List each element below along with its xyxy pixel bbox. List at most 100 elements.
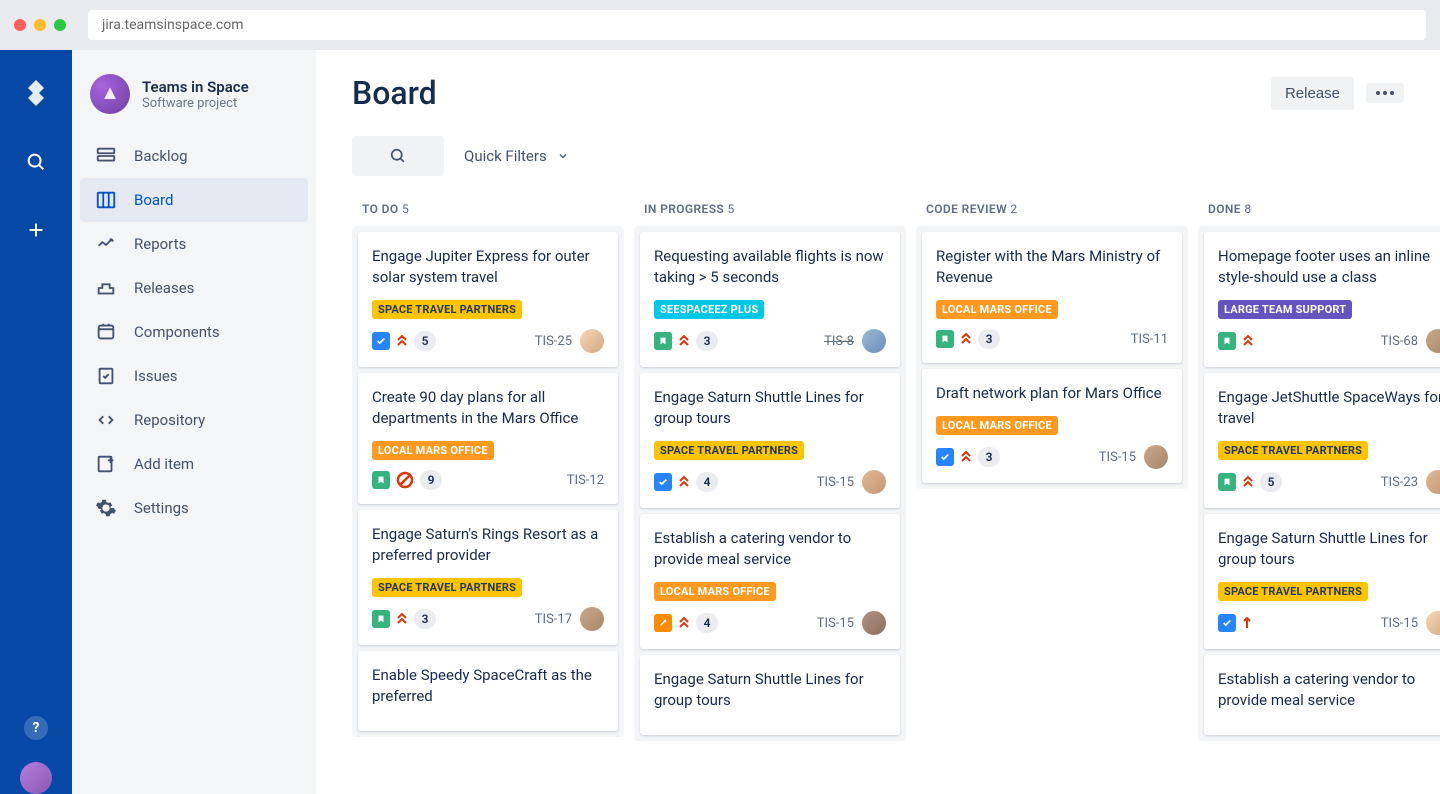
card-label: SPACE TRAVEL PARTNERS [372,578,522,597]
story-points-badge: 9 [420,470,442,490]
card-meta: 4TIS-15 [654,611,886,635]
releases-icon [94,276,118,300]
more-actions-button[interactable] [1366,83,1404,103]
board-card[interactable]: Establish a catering vendor to provide m… [640,514,900,649]
card-meta: 5TIS-23 [1218,470,1440,494]
assignee-avatar [862,329,886,353]
board-card[interactable]: Engage Saturn Shuttle Lines for group to… [640,655,900,735]
column-header: CODE REVIEW 2 [916,194,1188,226]
sidebar-item-add[interactable]: Add item [80,442,308,486]
column-body[interactable]: Register with the Mars Ministry of Reven… [916,226,1188,489]
story-points-badge: 3 [414,609,436,629]
card-meta: 3 TIS-11 [936,329,1168,349]
sidebar-item-reports[interactable]: Reports [80,222,308,266]
project-title: Teams in Space [142,78,249,96]
sidebar-item-label: Backlog [134,147,188,165]
sidebar-item-releases[interactable]: Releases [80,266,308,310]
board-card[interactable]: Engage JetShuttle SpaceWays for travel SP… [1204,373,1440,508]
column-header: TO DO 5 [352,194,624,226]
issues-icon [94,364,118,388]
board-card[interactable]: Enable Speedy SpaceCraft as the preferre… [358,651,618,731]
close-window-icon[interactable] [14,19,26,31]
column-count: 5 [402,202,409,216]
sidebar-item-label: Repository [134,411,205,429]
sidebar-item-board[interactable]: Board [80,178,308,222]
sidebar-item-issues[interactable]: Issues [80,354,308,398]
column-name: TO DO [362,202,402,216]
sidebar-item-label: Releases [134,279,194,297]
sidebar-item-settings[interactable]: Settings [80,486,308,530]
column-body[interactable]: Homepage footer uses an inline style-sho… [1198,226,1440,741]
column-name: IN PROGRESS [644,202,728,216]
sidebar-item-backlog[interactable]: Backlog [80,134,308,178]
url-bar[interactable]: jira.teamsinspace.com [88,10,1426,40]
board-filters: Quick Filters [352,136,1404,176]
jira-logo-icon[interactable] [16,74,56,114]
board-card[interactable]: Establish a catering vendor to provide m… [1204,655,1440,735]
project-avatar-icon [90,74,130,114]
window-controls [14,19,66,31]
priority-high-icon [960,332,972,346]
card-label: SPACE TRAVEL PARTNERS [1218,441,1368,460]
minimize-window-icon[interactable] [34,19,46,31]
board-icon [94,188,118,212]
column-count: 5 [728,202,735,216]
project-header[interactable]: Teams in Space Software project [80,74,308,134]
priority-high-icon [1242,334,1254,348]
maximize-window-icon[interactable] [54,19,66,31]
column-body[interactable]: Requesting available flights is now taki… [634,226,906,741]
sidebar-item-label: Issues [134,367,178,385]
issue-key: TIS-15 [1381,616,1418,631]
column-name: DONE [1208,202,1244,216]
story-type-icon [372,471,390,489]
board-card[interactable]: Engage Jupiter Express for outer solar s… [358,232,618,367]
board-card[interactable]: Create 90 day plans for all departments … [358,373,618,504]
main-content: Board Release Quick Filters TO DO 5 Engag… [316,50,1440,794]
card-label: SPACE TRAVEL PARTNERS [654,441,804,460]
card-label: SEESPACEEZ PLUS [654,300,764,319]
gear-icon [94,496,118,520]
board-card[interactable]: Homepage footer uses an inline style-sho… [1204,232,1440,367]
card-title: Engage JetShuttle SpaceWays for travel [1218,387,1440,429]
issue-key: TIS-17 [535,612,572,627]
quick-filters-dropdown[interactable]: Quick Filters [464,147,569,165]
issue-key: TIS-8 [824,334,854,349]
board-column: IN PROGRESS 5 Requesting available flight… [634,194,906,741]
issue-key: TIS-11 [1131,332,1168,347]
page-title: Board [352,74,437,112]
board-column: TO DO 5 Engage Jupiter Express for outer … [352,194,624,741]
card-label: LOCAL MARS OFFICE [372,441,494,460]
task-type-icon [1218,614,1236,632]
card-meta: 3 TIS-17 [372,607,604,631]
sidebar-item-label: Settings [134,499,189,517]
board-card[interactable]: Engage Saturn's Rings Resort as a prefer… [358,510,618,645]
assignee-avatar [862,470,886,494]
column-body[interactable]: Engage Jupiter Express for outer solar s… [352,226,624,737]
board-card[interactable]: Register with the Mars Ministry of Reven… [922,232,1182,363]
board-card[interactable]: Requesting available flights is now taki… [640,232,900,367]
create-icon[interactable] [16,210,56,250]
reports-icon [94,232,118,256]
board-card[interactable]: Engage Saturn Shuttle Lines for group to… [640,373,900,508]
release-button[interactable]: Release [1271,77,1354,110]
card-title: Homepage footer uses an inline style-sho… [1218,246,1440,288]
assignee-avatar [862,611,886,635]
sidebar-item-label: Components [134,323,220,341]
card-title: Engage Saturn Shuttle Lines for group to… [1218,528,1440,570]
sidebar-item-repository[interactable]: Repository [80,398,308,442]
board-card[interactable]: Draft network plan for Mars OfficeLOCAL … [922,369,1182,483]
sidebar-item-components[interactable]: Components [80,310,308,354]
search-icon[interactable] [16,142,56,182]
user-avatar[interactable] [20,762,52,794]
card-meta: 3TIS-8 [654,329,886,353]
story-points-badge: 3 [978,447,1000,467]
help-icon[interactable]: ? [16,708,56,748]
assignee-avatar [1426,470,1440,494]
board-search[interactable] [352,136,444,176]
board-card[interactable]: Engage Saturn Shuttle Lines for group to… [1204,514,1440,649]
story-points-badge: 3 [978,329,1000,349]
board-column: DONE 8Homepage footer uses an inline sty… [1198,194,1440,741]
task-type-icon [372,332,390,350]
priority-high-icon [678,334,690,348]
card-label: SPACE TRAVEL PARTNERS [1218,582,1368,601]
